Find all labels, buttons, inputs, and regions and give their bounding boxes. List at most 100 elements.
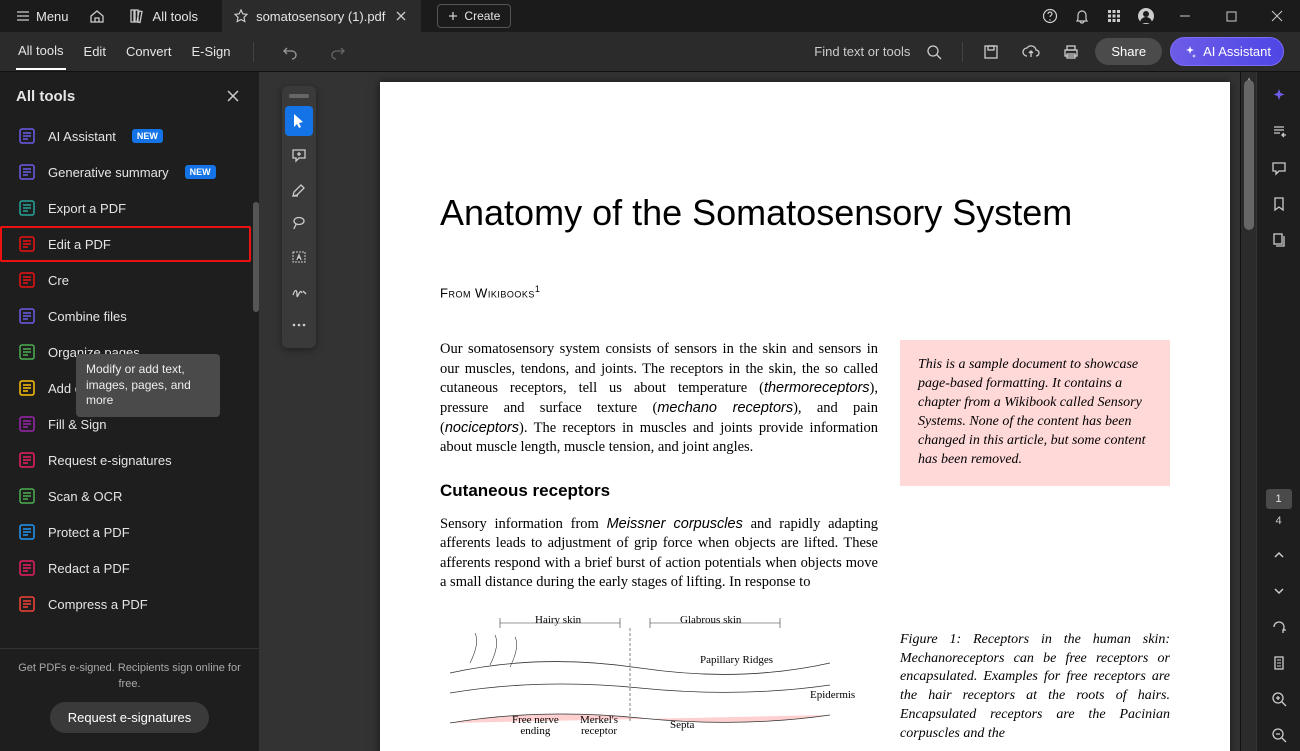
sidebar-item-label: Redact a PDF — [48, 561, 130, 576]
tool-icon — [18, 163, 36, 181]
alltools-tab[interactable]: All tools — [117, 8, 211, 24]
sidebar-item-request-e-signatures[interactable]: Request e-signatures — [0, 442, 251, 478]
close-icon — [1271, 10, 1283, 22]
sidebar-item-label: Scan & OCR — [48, 489, 122, 504]
close-window-button[interactable] — [1254, 0, 1300, 32]
pdf-page: Anatomy of the Somatosensory System From… — [380, 82, 1230, 751]
apps-button[interactable] — [1098, 0, 1130, 32]
label-septa: Septa — [670, 718, 694, 733]
zoom-in-button[interactable] — [1263, 683, 1295, 715]
sidebar-item-export-a-pdf[interactable]: Export a PDF — [0, 190, 251, 226]
tool-icon — [18, 379, 36, 397]
page-down-button[interactable] — [1263, 575, 1295, 607]
label-freenerve: Free nerveending — [512, 715, 559, 737]
tool-icon — [18, 343, 36, 361]
draw-tool[interactable] — [285, 208, 313, 238]
sidebar-item-generative-summary[interactable]: Generative summaryNEW — [0, 154, 251, 190]
scroll-thumb[interactable] — [1244, 80, 1254, 230]
separator — [253, 42, 254, 62]
select-tool[interactable] — [285, 106, 313, 136]
sidebar-item-ai-assistant[interactable]: AI AssistantNEW — [0, 118, 251, 154]
search-icon — [926, 44, 942, 60]
comments-panel-button[interactable] — [1263, 152, 1295, 184]
page-up-button[interactable] — [1263, 539, 1295, 571]
minimize-icon — [1179, 10, 1191, 22]
text-tool[interactable] — [285, 242, 313, 272]
notifications-button[interactable] — [1066, 0, 1098, 32]
account-button[interactable] — [1130, 0, 1162, 32]
menu-button[interactable]: Menu — [8, 5, 77, 28]
share-button[interactable]: Share — [1095, 38, 1162, 65]
sidebar-item-edit-a-pdf[interactable]: Edit a PDF — [0, 226, 251, 262]
help-button[interactable] — [1034, 0, 1066, 32]
sidebar-item-protect-a-pdf[interactable]: Protect a PDF — [0, 514, 251, 550]
upload-button[interactable] — [1015, 36, 1047, 68]
titlebar: Menu All tools somatosensory (1).pdf Cre… — [0, 0, 1300, 32]
print-button[interactable] — [1055, 36, 1087, 68]
home-button[interactable] — [81, 0, 113, 32]
sidebar-item-label: Request e-signatures — [48, 453, 172, 468]
sidebar-scrollbar[interactable] — [253, 202, 259, 312]
hamburger-icon — [16, 9, 30, 23]
sidebar-footer-button[interactable]: Request e-signatures — [50, 702, 210, 733]
sidebar-item-scan-ocr[interactable]: Scan & OCR — [0, 478, 251, 514]
pages-panel-button[interactable] — [1263, 224, 1295, 256]
sidebar-title: All tools — [16, 88, 75, 105]
undo-button[interactable] — [274, 36, 306, 68]
chevron-up-icon — [1273, 549, 1285, 561]
tool-alltools[interactable]: All tools — [16, 33, 66, 70]
summary-icon — [1271, 124, 1287, 140]
cloud-upload-icon — [1022, 44, 1040, 60]
summary-panel-button[interactable] — [1263, 116, 1295, 148]
rotate-icon — [1271, 619, 1287, 635]
sidebar-item-cre[interactable]: Cre — [0, 262, 251, 298]
label-epidermis: Epidermis — [810, 688, 855, 703]
minimize-button[interactable] — [1162, 0, 1208, 32]
sparkle-icon — [1183, 45, 1197, 59]
highlight-tool[interactable] — [285, 174, 313, 204]
tool-icon — [18, 451, 36, 469]
document-title: Anatomy of the Somatosensory System — [440, 192, 1170, 234]
tab-close-button[interactable] — [393, 8, 409, 24]
heading-cutaneous: Cutaneous receptors — [440, 480, 878, 503]
sign-tool[interactable] — [285, 276, 313, 306]
zoom-out-button[interactable] — [1263, 719, 1295, 751]
save-button[interactable] — [975, 36, 1007, 68]
sticky-note-tool[interactable] — [285, 140, 313, 170]
redo-button[interactable] — [322, 36, 354, 68]
bookmarks-panel-button[interactable] — [1263, 188, 1295, 220]
document-subtitle: From Wikibooks1 — [440, 284, 1170, 300]
create-button[interactable]: Create — [437, 4, 511, 28]
tool-esign[interactable]: E-Sign — [189, 34, 232, 69]
page-scroll[interactable]: Anatomy of the Somatosensory System From… — [260, 72, 1240, 751]
rotate-button[interactable] — [1263, 611, 1295, 643]
sidebar-item-compress-a-pdf[interactable]: Compress a PDF — [0, 586, 251, 622]
current-page-indicator[interactable]: 1 — [1266, 489, 1292, 509]
drag-handle[interactable] — [289, 94, 309, 98]
help-icon — [1042, 8, 1058, 24]
undo-icon — [282, 44, 298, 60]
tool-icon — [18, 487, 36, 505]
document-scrollbar[interactable]: ▴ — [1240, 72, 1256, 751]
close-icon — [396, 11, 406, 21]
sidebar-item-combine-files[interactable]: Combine files — [0, 298, 251, 334]
separator — [962, 42, 963, 62]
sidebar-item-label: AI Assistant — [48, 129, 116, 144]
ai-panel-button[interactable] — [1263, 80, 1295, 112]
search-label[interactable]: Find text or tools — [814, 44, 910, 59]
tool-icon — [18, 595, 36, 613]
sidebar-close-button[interactable] — [223, 86, 243, 106]
search-button[interactable] — [918, 36, 950, 68]
page-fit-button[interactable] — [1263, 647, 1295, 679]
tool-convert[interactable]: Convert — [124, 34, 174, 69]
sidebar-item-redact-a-pdf[interactable]: Redact a PDF — [0, 550, 251, 586]
document-tab[interactable]: somatosensory (1).pdf — [222, 0, 421, 32]
maximize-button[interactable] — [1208, 0, 1254, 32]
books-icon — [129, 8, 145, 24]
home-icon — [89, 8, 105, 24]
tool-edit[interactable]: Edit — [82, 34, 108, 69]
more-tools[interactable] — [285, 310, 313, 340]
ai-assistant-button[interactable]: AI Assistant — [1170, 37, 1284, 66]
note-icon — [291, 147, 307, 163]
new-badge: NEW — [185, 165, 216, 179]
